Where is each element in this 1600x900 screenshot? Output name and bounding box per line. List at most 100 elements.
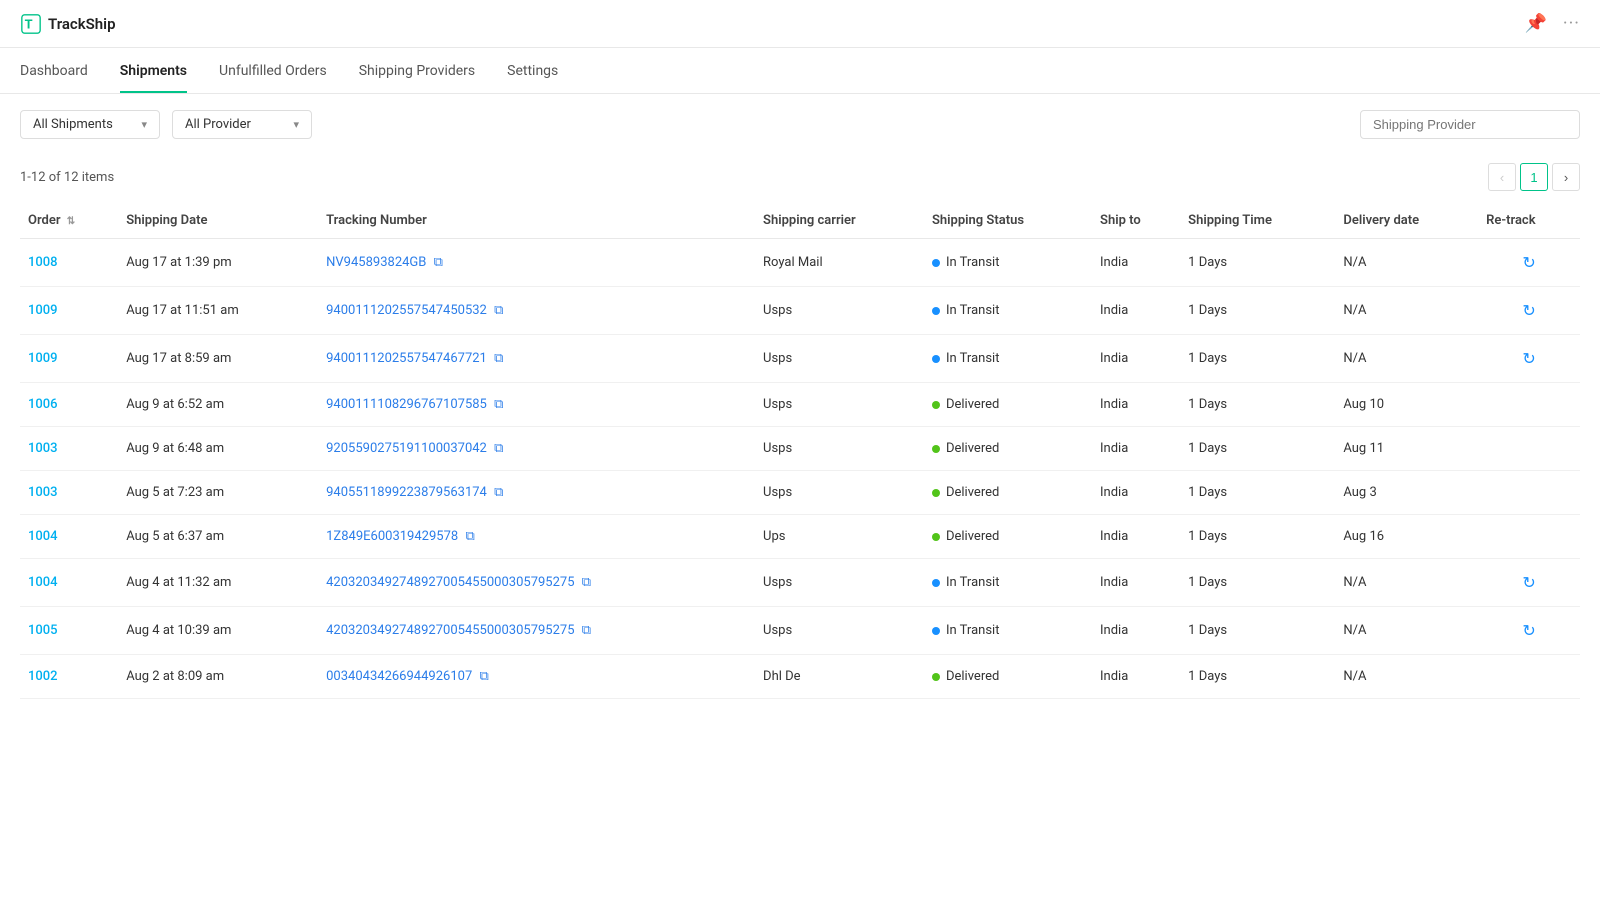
table-row: 1008 Aug 17 at 1:39 pm NV945893824GB ⧉ R… xyxy=(20,239,1580,287)
retrack-button[interactable]: ↻ xyxy=(1486,301,1572,320)
retrack-button[interactable]: ↻ xyxy=(1486,621,1572,640)
cell-shipping-date: Aug 17 at 8:59 am xyxy=(118,335,318,383)
cell-ship-to: India xyxy=(1092,239,1180,287)
cell-carrier: Royal Mail xyxy=(755,239,924,287)
tracking-link[interactable]: NV945893824GB xyxy=(326,255,426,270)
tracking-link[interactable]: 9205590275191100037042 xyxy=(326,441,487,456)
page-1-button[interactable]: 1 xyxy=(1520,163,1548,191)
cell-retrack xyxy=(1478,655,1580,699)
cell-tracking-number: NV945893824GB ⧉ xyxy=(318,239,755,287)
cell-shipping-date: Aug 2 at 8:09 am xyxy=(118,655,318,699)
order-link[interactable]: 1009 xyxy=(28,351,58,366)
table-row: 1003 Aug 9 at 6:48 am 920559027519110003… xyxy=(20,427,1580,471)
cell-shipping-time: 1 Days xyxy=(1180,287,1335,335)
order-link[interactable]: 1008 xyxy=(28,255,58,270)
shipping-provider-search[interactable] xyxy=(1360,110,1580,139)
next-page-button[interactable]: › xyxy=(1552,163,1580,191)
copy-icon[interactable]: ⧉ xyxy=(494,485,503,500)
order-link[interactable]: 1002 xyxy=(28,669,58,684)
cell-ship-to: India xyxy=(1092,335,1180,383)
items-count: 1-12 of 12 items xyxy=(20,170,114,185)
nav-settings[interactable]: Settings xyxy=(507,48,558,93)
retrack-button[interactable]: ↻ xyxy=(1486,349,1572,368)
nav-shipping-providers[interactable]: Shipping Providers xyxy=(359,48,475,93)
nav-dashboard[interactable]: Dashboard xyxy=(20,48,88,93)
status-label: In Transit xyxy=(946,623,1000,638)
prev-page-button[interactable]: ‹ xyxy=(1488,163,1516,191)
copy-icon[interactable]: ⧉ xyxy=(479,669,488,684)
provider-filter[interactable]: All Provider ▾ xyxy=(172,110,312,139)
tracking-link[interactable]: 9400111108296767107585 xyxy=(326,397,487,412)
cell-order: 1004 xyxy=(20,559,118,607)
retrack-button[interactable]: ↻ xyxy=(1486,253,1572,272)
copy-icon[interactable]: ⧉ xyxy=(494,397,503,412)
tracking-link[interactable]: 9400111202557547467721 xyxy=(326,351,487,366)
pin-icon[interactable]: 📌 xyxy=(1524,13,1546,34)
table-row: 1006 Aug 9 at 6:52 am 940011110829676710… xyxy=(20,383,1580,427)
tracking-link[interactable]: 00340434266944926107 xyxy=(326,669,472,684)
shipments-table-wrap: Order ⇅ Shipping Date Tracking Number Sh… xyxy=(0,203,1600,699)
cell-shipping-date: Aug 4 at 11:32 am xyxy=(118,559,318,607)
table-head: Order ⇅ Shipping Date Tracking Number Sh… xyxy=(20,203,1580,239)
table-row: 1004 Aug 4 at 11:32 am 42032034927489270… xyxy=(20,559,1580,607)
status-dot xyxy=(932,259,940,267)
col-retrack: Re-track xyxy=(1478,203,1580,239)
cell-ship-to: India xyxy=(1092,559,1180,607)
tracking-link[interactable]: 9405511899223879563174 xyxy=(326,485,487,500)
cell-delivery-date: N/A xyxy=(1335,607,1478,655)
status-label: In Transit xyxy=(946,255,1000,270)
table-row: 1004 Aug 5 at 6:37 am 1Z849E600319429578… xyxy=(20,515,1580,559)
cell-order: 1003 xyxy=(20,471,118,515)
cell-delivery-date: N/A xyxy=(1335,559,1478,607)
status-label: Delivered xyxy=(946,669,999,684)
col-shipping-date: Shipping Date xyxy=(118,203,318,239)
cell-carrier: Usps xyxy=(755,559,924,607)
cell-shipping-date: Aug 5 at 7:23 am xyxy=(118,471,318,515)
nav-unfulfilled-orders[interactable]: Unfulfilled Orders xyxy=(219,48,327,93)
copy-icon[interactable]: ⧉ xyxy=(494,303,503,318)
tracking-link[interactable]: 1Z849E600319429578 xyxy=(326,529,458,544)
logo-icon: T xyxy=(20,13,42,35)
cell-ship-to: India xyxy=(1092,515,1180,559)
cell-tracking-number: 9400111202557547450532 ⧉ xyxy=(318,287,755,335)
cell-shipping-date: Aug 17 at 11:51 am xyxy=(118,287,318,335)
cell-carrier: Usps xyxy=(755,471,924,515)
copy-icon[interactable]: ⧉ xyxy=(434,255,443,270)
table-row: 1002 Aug 2 at 8:09 am 003404342669449261… xyxy=(20,655,1580,699)
nav-shipments[interactable]: Shipments xyxy=(120,48,187,93)
copy-icon[interactable]: ⧉ xyxy=(494,351,503,366)
cell-order: 1004 xyxy=(20,515,118,559)
retrack-button[interactable]: ↻ xyxy=(1486,573,1572,592)
cell-shipping-date: Aug 9 at 6:52 am xyxy=(118,383,318,427)
order-link[interactable]: 1003 xyxy=(28,485,58,500)
cell-status: In Transit xyxy=(924,287,1092,335)
cell-status: In Transit xyxy=(924,239,1092,287)
shipments-filter[interactable]: All Shipments ▾ xyxy=(20,110,160,139)
copy-icon[interactable]: ⧉ xyxy=(465,529,474,544)
tracking-link[interactable]: 4203203492748927005455000305795275 xyxy=(326,623,574,638)
order-link[interactable]: 1009 xyxy=(28,303,58,318)
order-link[interactable]: 1003 xyxy=(28,441,58,456)
cell-order: 1005 xyxy=(20,607,118,655)
order-link[interactable]: 1004 xyxy=(28,529,58,544)
copy-icon[interactable]: ⧉ xyxy=(582,623,591,638)
cell-delivery-date: Aug 11 xyxy=(1335,427,1478,471)
cell-ship-to: India xyxy=(1092,471,1180,515)
cell-shipping-date: Aug 9 at 6:48 am xyxy=(118,427,318,471)
copy-icon[interactable]: ⧉ xyxy=(494,441,503,456)
cell-retrack xyxy=(1478,383,1580,427)
tracking-link[interactable]: 4203203492748927005455000305795275 xyxy=(326,575,574,590)
status-label: Delivered xyxy=(946,485,999,500)
tracking-link[interactable]: 9400111202557547450532 xyxy=(326,303,487,318)
cell-carrier: Usps xyxy=(755,335,924,383)
cell-retrack xyxy=(1478,471,1580,515)
table-row: 1005 Aug 4 at 10:39 am 42032034927489270… xyxy=(20,607,1580,655)
cell-retrack: ↻ xyxy=(1478,335,1580,383)
order-link[interactable]: 1006 xyxy=(28,397,58,412)
more-icon[interactable]: ··· xyxy=(1563,13,1580,34)
cell-shipping-date: Aug 17 at 1:39 pm xyxy=(118,239,318,287)
copy-icon[interactable]: ⧉ xyxy=(582,575,591,590)
pagination: ‹ 1 › xyxy=(1488,163,1580,191)
order-link[interactable]: 1005 xyxy=(28,623,58,638)
order-link[interactable]: 1004 xyxy=(28,575,58,590)
